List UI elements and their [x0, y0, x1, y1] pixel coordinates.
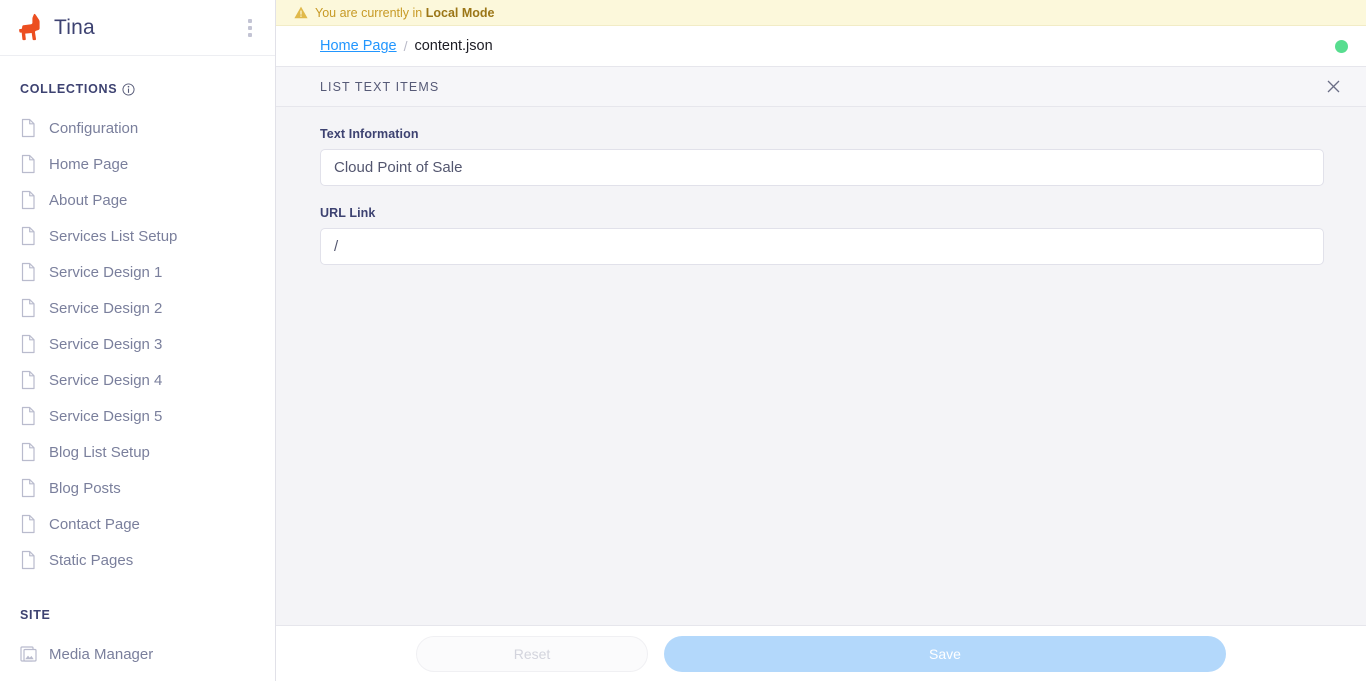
sidebar-item-blog-list-setup[interactable]: Blog List Setup	[0, 434, 275, 470]
sidebar-item-services-list-setup[interactable]: Services List Setup	[0, 218, 275, 254]
form-fields-area: Text Information URL Link	[276, 107, 1366, 625]
breadcrumb-current: content.json	[414, 38, 493, 54]
document-icon	[21, 550, 35, 570]
sidebar-item-label: Home Page	[49, 155, 129, 173]
sidebar-item-label: Service Design 1	[49, 263, 163, 281]
sidebar-header: Tina	[0, 0, 275, 56]
kebab-menu-icon[interactable]	[239, 11, 261, 45]
sidebar-item-label: Blog List Setup	[49, 443, 150, 461]
sidebar-item-label: Blog Posts	[49, 479, 121, 497]
sidebar-item-media-manager[interactable]: Media Manager	[0, 636, 275, 672]
document-icon	[21, 514, 35, 534]
warning-triangle-icon	[294, 6, 308, 19]
banner-mode: Local Mode	[425, 5, 495, 20]
sidebar-item-service-design-4[interactable]: Service Design 4	[0, 362, 275, 398]
sidebar: Tina COLLECTIONS Configuration Home Page A…	[0, 0, 276, 681]
tina-cms-app: Tina COLLECTIONS Configuration Home Page A…	[0, 0, 1366, 681]
sidebar-item-label: Service Design 3	[49, 335, 163, 353]
info-circle-icon[interactable]	[122, 82, 135, 96]
save-button[interactable]: Save	[664, 635, 1226, 672]
document-icon	[21, 226, 35, 246]
collections-label: COLLECTIONS	[20, 82, 118, 96]
llama-logo-icon	[19, 13, 40, 40]
site-label: SITE	[20, 608, 51, 622]
sidebar-item-label: Service Design 5	[49, 407, 163, 425]
field-label-text-information: Text Information	[320, 127, 419, 141]
sidebar-item-static-pages[interactable]: Static Pages	[0, 542, 275, 578]
main-content: You are currently in Local Mode Home Pag…	[276, 0, 1366, 681]
sidebar-nav: COLLECTIONS Configuration Home Page About …	[0, 56, 275, 681]
image-stack-icon	[20, 646, 37, 662]
document-icon	[21, 262, 35, 282]
field-input-text-information[interactable]	[320, 149, 1324, 186]
sidebar-item-label: Services List Setup	[49, 227, 178, 245]
document-icon	[21, 154, 35, 174]
site-list: Media Manager	[0, 636, 275, 672]
banner-text-prefix: You are currently in	[315, 5, 426, 20]
document-icon	[21, 406, 35, 426]
field-input-url-link[interactable]	[320, 228, 1324, 265]
sidebar-item-configuration[interactable]: Configuration	[0, 110, 275, 146]
sidebar-item-label: Static Pages	[49, 551, 134, 569]
document-icon	[21, 190, 35, 210]
document-icon	[21, 442, 35, 462]
document-icon	[21, 118, 35, 138]
form-panel-header: LIST TEXT ITEMS	[276, 67, 1366, 107]
sidebar-item-contact-page[interactable]: Contact Page	[0, 506, 275, 542]
sidebar-item-label: About Page	[49, 191, 128, 209]
document-icon	[21, 334, 35, 354]
brand-name: Tina	[54, 15, 95, 39]
online-status-dot[interactable]	[1335, 39, 1348, 53]
sidebar-item-label: Media Manager	[49, 645, 154, 663]
document-icon	[21, 478, 35, 498]
sidebar-item-service-design-3[interactable]: Service Design 3	[0, 326, 275, 362]
breadcrumb: Home Page / content.json	[276, 26, 1366, 67]
sidebar-item-blog-posts[interactable]: Blog Posts	[0, 470, 275, 506]
reset-button[interactable]: Reset	[416, 635, 648, 672]
sidebar-item-service-design-5[interactable]: Service Design 5	[0, 398, 275, 434]
sidebar-item-label: Contact Page	[49, 515, 140, 533]
field-text-information: Text Information	[320, 127, 1324, 186]
collections-group-title: COLLECTIONS	[0, 82, 275, 96]
sidebar-item-label: Service Design 2	[49, 299, 163, 317]
fields-container: Text Information URL Link	[320, 127, 1324, 265]
document-icon	[21, 298, 35, 318]
breadcrumb-separator: /	[403, 38, 408, 54]
site-group-title: SITE	[0, 608, 275, 622]
local-mode-banner: You are currently in Local Mode	[276, 0, 1366, 26]
sidebar-item-service-design-2[interactable]: Service Design 2	[0, 290, 275, 326]
close-x-glyph	[1327, 80, 1339, 93]
form-actions-footer: Reset Save	[276, 625, 1366, 681]
sidebar-item-home-page[interactable]: Home Page	[0, 146, 275, 182]
close-icon[interactable]	[1322, 76, 1344, 98]
document-icon	[21, 370, 35, 390]
sidebar-item-label: Service Design 4	[49, 371, 163, 389]
breadcrumb-parent-link[interactable]: Home Page	[320, 38, 397, 54]
field-label-url-link: URL Link	[320, 206, 376, 220]
collections-list: Configuration Home Page About Page Services…	[0, 110, 275, 578]
banner-text: You are currently in Local Mode	[315, 6, 494, 20]
sidebar-item-about-page[interactable]: About Page	[0, 182, 275, 218]
panel-title: LIST TEXT ITEMS	[320, 79, 440, 94]
sidebar-item-label: Configuration	[49, 119, 139, 137]
field-url-link: URL Link	[320, 206, 1324, 265]
sidebar-item-service-design-1[interactable]: Service Design 1	[0, 254, 275, 290]
